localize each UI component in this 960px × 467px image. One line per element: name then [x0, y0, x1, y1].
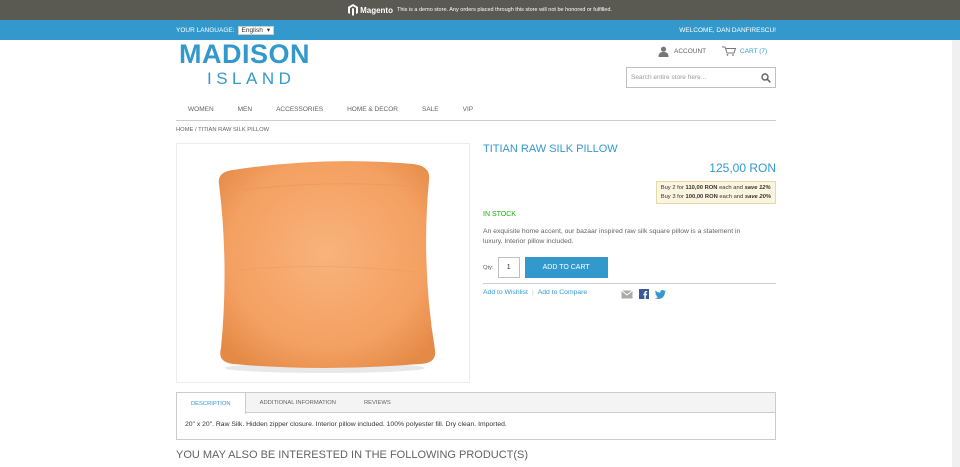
tab-headers: DESCRIPTION ADDITIONAL INFORMATION REVIE…: [177, 393, 775, 414]
nav-item-sale[interactable]: SALE: [410, 101, 451, 120]
email-icon[interactable]: [621, 289, 633, 299]
tab-description[interactable]: DESCRIPTION: [177, 393, 246, 414]
product-links: Add to Wishlist | Add to Compare: [483, 283, 776, 299]
search-icon[interactable]: [761, 72, 771, 83]
add-to-cart-button[interactable]: ADD TO CART: [524, 257, 608, 278]
logo-line2: ISLAND: [207, 69, 296, 88]
account-label: ACCOUNT: [674, 48, 707, 55]
breadcrumb-separator: /: [195, 127, 197, 133]
tier-save: save 12%: [744, 185, 771, 191]
tier-text: each and: [719, 185, 743, 191]
magento-brand: Magento: [360, 5, 393, 15]
tier-price: 100,00 RON: [685, 193, 718, 200]
tab-content: 20" x 20". Raw Silk. Hidden zipper closu…: [185, 421, 507, 428]
search-input[interactable]: Search entire store here...: [626, 67, 776, 88]
facebook-icon[interactable]: [639, 289, 649, 299]
breadcrumb: HOME / TITIAN RAW SILK PILLOW: [176, 127, 269, 133]
search-placeholder: Search entire store here...: [631, 74, 707, 81]
welcome-message: WELCOME, DAN DANFIRESCU!: [679, 26, 776, 34]
nav-item-vip[interactable]: VIP: [451, 101, 485, 120]
tier-text: Buy 3 for: [660, 193, 684, 200]
breadcrumb-current: TITIAN RAW SILK PILLOW: [198, 127, 270, 133]
magento-icon: [348, 4, 359, 16]
language-value: English: [241, 26, 263, 34]
chevron-down-icon: ▾: [266, 27, 271, 34]
demo-notice-bar: Magento This is a demo store. Any orders…: [0, 0, 960, 20]
short-description: An exquisite home accent, our bazaar ins…: [483, 228, 741, 245]
tier-save: save 20%: [744, 193, 771, 200]
cart-link[interactable]: CART (7): [722, 46, 767, 56]
magento-logo: Magento: [348, 4, 393, 16]
share-links: [621, 289, 666, 299]
language-label: YOUR LANGUAGE:: [176, 26, 235, 34]
pillow-image: [218, 161, 436, 373]
nav-item-women[interactable]: WOMEN: [176, 101, 226, 120]
tier-pricing: Buy 2 for 110,00 RON each and save 12% B…: [655, 181, 776, 205]
user-icon: [658, 46, 669, 57]
account-link[interactable]: ACCOUNT: [658, 46, 706, 57]
tier-text: each and: [719, 193, 744, 200]
top-bar: YOUR LANGUAGE: English ▾ WELCOME, DAN DA…: [0, 20, 960, 40]
nav-item-home-decor[interactable]: HOME & DECOR: [335, 101, 410, 120]
link-separator: |: [531, 289, 534, 296]
tier-text: Buy 2 for: [660, 185, 684, 191]
demo-notice-text: This is a demo store. Any orders placed …: [396, 7, 612, 13]
qty-label: Qty:: [483, 264, 494, 271]
product-title: TITIAN RAW SILK PILLOW: [483, 143, 618, 155]
tab-reviews[interactable]: REVIEWS: [350, 393, 405, 412]
breadcrumb-home[interactable]: HOME: [176, 127, 193, 133]
related-products-heading: YOU MAY ALSO BE INTERESTED IN THE FOLLOW…: [176, 449, 529, 461]
tier-price-row: Buy 3 for 100,00 RON each and save 20%: [661, 193, 771, 202]
product-tabs: DESCRIPTION ADDITIONAL INFORMATION REVIE…: [176, 392, 776, 440]
cart-icon: [722, 46, 736, 56]
add-to-cart-form: Qty: 1 ADD TO CART: [483, 257, 608, 278]
language-select[interactable]: English ▾: [237, 25, 275, 35]
stock-status: IN STOCK: [483, 211, 516, 218]
add-to-wishlist-link[interactable]: Add to Wishlist: [483, 289, 528, 296]
tier-price-row: Buy 2 for 110,00 RON each and save 12%: [661, 184, 771, 193]
product-info: TITIAN RAW SILK PILLOW 125,00 RON Buy 2 …: [483, 143, 776, 299]
nav-item-men[interactable]: MEN: [226, 101, 264, 120]
main-nav: WOMEN MEN ACCESSORIES HOME & DECOR SALE …: [176, 101, 776, 121]
tier-price: 110,00 RON: [685, 185, 718, 191]
product-image[interactable]: [176, 143, 470, 383]
header: MADISON ISLAND ACCOUNT CART (7) Search e…: [0, 40, 960, 102]
store-logo[interactable]: MADISON ISLAND: [179, 39, 310, 88]
add-to-compare-link[interactable]: Add to Compare: [538, 289, 588, 296]
twitter-icon[interactable]: [655, 289, 666, 299]
tab-additional-information[interactable]: ADDITIONAL INFORMATION: [246, 393, 350, 412]
cart-label: CART (7): [740, 47, 768, 55]
language-switcher: YOUR LANGUAGE: English ▾: [176, 25, 275, 35]
nav-item-accessories[interactable]: ACCESSORIES: [264, 101, 335, 120]
page-scrollbar[interactable]: [952, 40, 960, 467]
product-price: 125,00 RON: [709, 161, 776, 175]
logo-line1: MADISON: [179, 39, 310, 69]
qty-input[interactable]: 1: [497, 257, 520, 278]
